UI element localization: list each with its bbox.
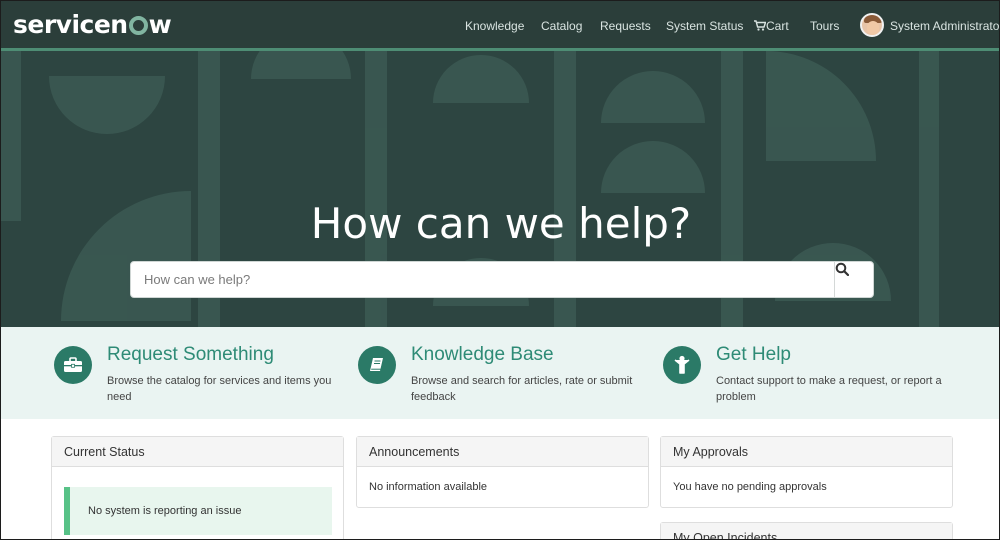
search-input[interactable] bbox=[131, 262, 835, 297]
top-header: servicen w Knowledge Catalog Requests Sys… bbox=[1, 1, 999, 49]
panel-title: My Open Incidents bbox=[661, 523, 952, 539]
user-menu-name[interactable]: System Administrator bbox=[890, 19, 999, 33]
logo-text: servicen bbox=[13, 10, 128, 39]
nav-knowledge[interactable]: Knowledge bbox=[465, 19, 524, 33]
cart-icon bbox=[754, 20, 767, 31]
portal-window: servicen w Knowledge Catalog Requests Sys… bbox=[0, 0, 1000, 540]
my-open-incidents-panel: My Open Incidents bbox=[660, 522, 953, 539]
nav-cart[interactable]: Cart bbox=[754, 19, 789, 33]
quick-link-description: Browse and search for articles, rate or … bbox=[411, 375, 633, 403]
quick-link-description: Contact support to make a request, or re… bbox=[716, 375, 942, 403]
panel-title: My Approvals bbox=[661, 437, 952, 467]
user-avatar[interactable] bbox=[860, 13, 884, 37]
current-status-panel: Current Status No system is reporting an… bbox=[51, 436, 344, 539]
person-help-icon bbox=[663, 346, 701, 384]
my-approvals-panel: My Approvals You have no pending approva… bbox=[660, 436, 953, 508]
panel-title: Announcements bbox=[357, 437, 648, 467]
logo-o-mark bbox=[128, 16, 148, 35]
briefcase-icon bbox=[54, 346, 92, 384]
logo-text-end: w bbox=[148, 10, 172, 39]
search-button[interactable] bbox=[834, 262, 873, 297]
panel-title: Current Status bbox=[52, 437, 343, 467]
panel-message: No information available bbox=[369, 481, 488, 493]
nav-tours[interactable]: Tours bbox=[810, 19, 839, 33]
panel-message: You have no pending approvals bbox=[673, 481, 827, 493]
status-message: No system is reporting an issue bbox=[64, 487, 332, 535]
hero-title: How can we help? bbox=[310, 199, 692, 248]
quick-link-description: Browse the catalog for services and item… bbox=[107, 375, 332, 403]
nav-requests[interactable]: Requests bbox=[600, 19, 651, 33]
quick-link-title[interactable]: Get Help bbox=[716, 344, 791, 366]
search-icon bbox=[835, 262, 849, 276]
book-icon bbox=[358, 346, 396, 384]
nav-catalog[interactable]: Catalog bbox=[541, 19, 582, 33]
search-bar bbox=[130, 261, 874, 298]
servicenow-logo[interactable]: servicen w bbox=[13, 10, 172, 39]
nav-system-status[interactable]: System Status bbox=[666, 19, 743, 33]
nav-cart-label: Cart bbox=[766, 19, 789, 33]
quick-links-band: Request Something Browse the catalog for… bbox=[1, 327, 999, 419]
announcements-panel: Announcements No information available bbox=[356, 436, 649, 508]
hero-banner: How can we help? bbox=[1, 51, 999, 327]
quick-link-title[interactable]: Request Something bbox=[107, 344, 274, 366]
quick-link-title[interactable]: Knowledge Base bbox=[411, 344, 554, 366]
